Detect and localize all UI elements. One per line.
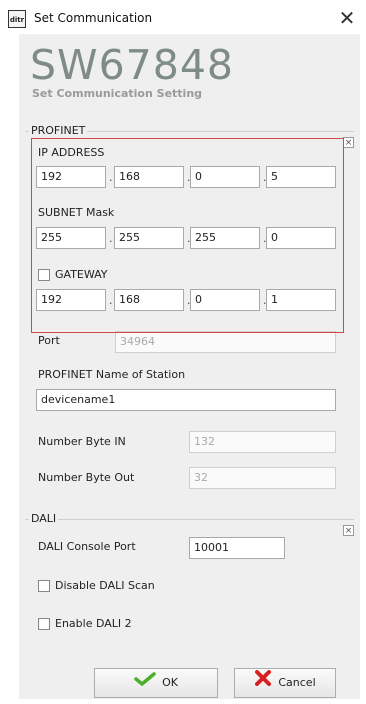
ok-label: OK (162, 676, 178, 689)
byte-in-label: Number Byte IN (38, 435, 126, 448)
station-name-label: PROFINET Name of Station (38, 368, 186, 381)
gateway-octet-4-input[interactable]: 1 (266, 289, 336, 311)
page-subtitle: Set Communication Setting (32, 87, 203, 100)
dali-group-border (25, 519, 354, 520)
subnet-octet-2-input[interactable]: 255 (114, 227, 184, 249)
window-title: Set Communication (34, 11, 153, 25)
gateway-label: GATEWAY (55, 268, 108, 281)
ip-octet-3-input[interactable]: 0 (190, 166, 260, 188)
station-name-input[interactable]: devicename1 (36, 389, 336, 411)
disable-dali-scan-checkbox[interactable] (38, 580, 50, 592)
ip-dot: . (109, 171, 113, 184)
cancel-x-icon (254, 669, 272, 697)
port-input[interactable]: 34964 (115, 331, 336, 353)
subnet-mask-label: SUBNET Mask (38, 206, 115, 219)
gateway-octet-3-input[interactable]: 0 (190, 289, 260, 311)
title-bar: ditr Set Communication ✕ (0, 6, 366, 34)
byte-out-label: Number Byte Out (38, 471, 135, 484)
set-communication-window: ditr Set Communication ✕ SW67848 Set Com… (0, 0, 366, 704)
check-icon (134, 669, 156, 697)
subnet-octet-1-input[interactable]: 255 (36, 227, 106, 249)
dali-group-label: DALI (29, 512, 59, 525)
byte-in-input[interactable]: 132 (189, 431, 336, 453)
gateway-octet-2-input[interactable]: 168 (114, 289, 184, 311)
subnet-octet-3-input[interactable]: 255 (190, 227, 260, 249)
subnet-dot: . (109, 232, 113, 245)
gateway-dot: . (109, 294, 113, 307)
ip-octet-2-input[interactable]: 168 (114, 166, 184, 188)
disable-dali-scan-label: Disable DALI Scan (55, 579, 155, 592)
cancel-label: Cancel (278, 676, 316, 689)
cancel-button[interactable]: Cancel (234, 668, 336, 698)
ip-octet-4-input[interactable]: 5 (266, 166, 336, 188)
dali-console-port-input[interactable]: 10001 (189, 537, 285, 559)
ip-octet-1-input[interactable]: 192 (36, 166, 106, 188)
enable-dali2-checkbox[interactable] (38, 618, 50, 630)
device-title: SW67848 (30, 41, 234, 89)
enable-dali2-label: Enable DALI 2 (55, 617, 132, 630)
ok-button[interactable]: OK (94, 668, 218, 698)
dialog-body: SW67848 Set Communication Setting PROFIN… (19, 34, 360, 699)
gateway-octet-1-input[interactable]: 192 (36, 289, 106, 311)
app-icon: ditr (8, 10, 26, 28)
ip-address-label: IP ADDRESS (38, 146, 105, 159)
profinet-group-label: PROFINET (29, 124, 88, 137)
subnet-octet-4-input[interactable]: 0 (266, 227, 336, 249)
profinet-collapse-icon[interactable]: × (343, 137, 354, 148)
close-icon[interactable]: ✕ (336, 7, 358, 29)
port-label: Port (38, 334, 60, 347)
byte-out-input[interactable]: 32 (189, 467, 336, 489)
gateway-checkbox[interactable] (38, 269, 50, 281)
dali-console-port-label: DALI Console Port (38, 540, 136, 553)
dali-collapse-icon[interactable]: × (343, 525, 354, 536)
